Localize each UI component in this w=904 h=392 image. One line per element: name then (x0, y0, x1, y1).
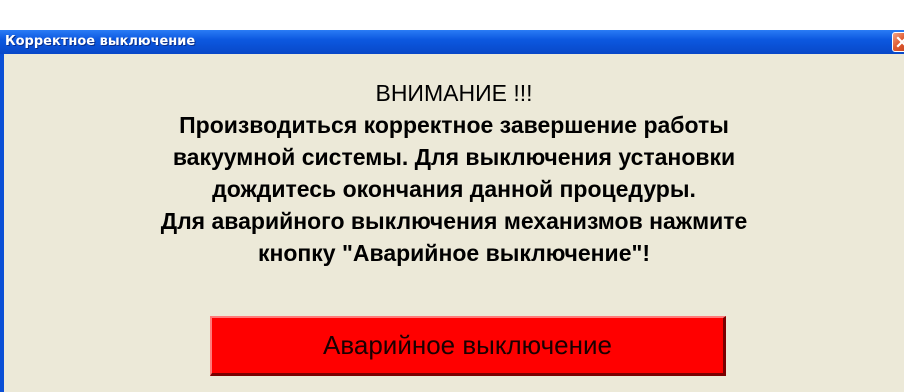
dialog-body: ВНИМАНИЕ !!! Производиться корректное за… (4, 54, 904, 392)
message-line: кнопку "Аварийное выключение"! (257, 240, 651, 266)
warning-heading: ВНИМАНИЕ !!! (375, 80, 533, 106)
emergency-shutdown-button[interactable]: Аварийное выключение (210, 316, 726, 376)
close-icon (896, 36, 904, 48)
dialog-window: Корректное выключение ВНИМАНИЕ !!! Произ… (0, 30, 904, 392)
emergency-shutdown-label: Аварийное выключение (323, 330, 612, 360)
message-line: Для аварийного выключения механизмов наж… (160, 208, 748, 234)
close-button[interactable] (892, 32, 904, 52)
message-line: вакуумной системы. Для выключения устано… (172, 144, 736, 170)
window-title: Корректное выключение (5, 34, 196, 49)
title-bar[interactable]: Корректное выключение (0, 30, 904, 54)
message-line: Производиться корректное завершение рабо… (179, 112, 729, 138)
message-line: дождитесь окончания данной процедуры. (212, 176, 696, 202)
